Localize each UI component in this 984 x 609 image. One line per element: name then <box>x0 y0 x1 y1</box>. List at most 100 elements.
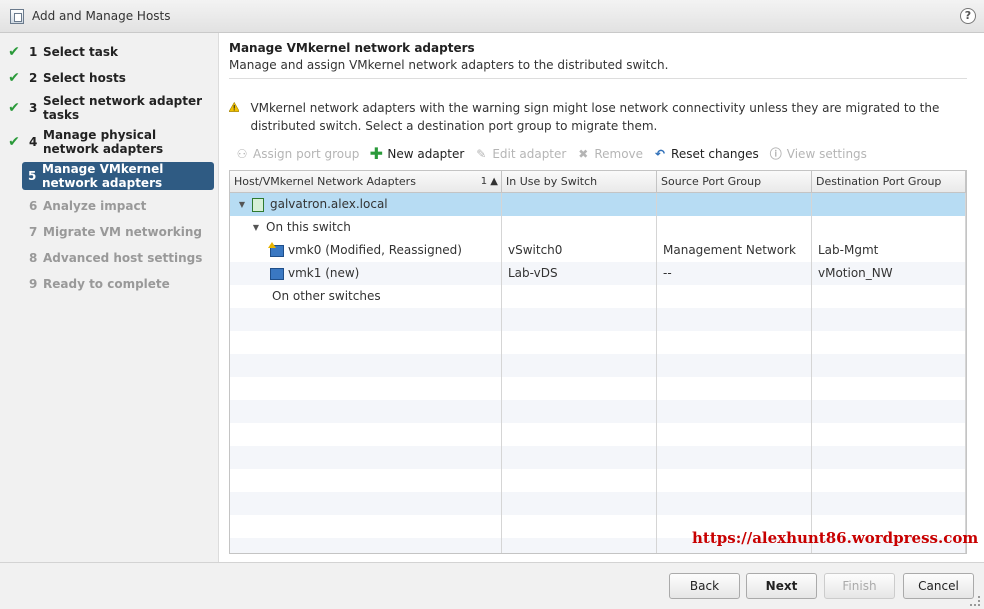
assign-port-group-icon: ⚇ <box>236 147 248 161</box>
host-row[interactable]: ▼ galvatron.alex.local <box>230 193 966 216</box>
group-row-other-switches[interactable]: On other switches <box>230 285 966 308</box>
resize-grip-icon[interactable] <box>970 596 980 606</box>
step-number: 7 <box>29 225 38 239</box>
column-header-adapters[interactable]: Host/VMkernel Network Adapters 1 ▲ <box>230 171 502 192</box>
step-label: Select hosts <box>43 71 126 85</box>
group-label: On other switches <box>272 289 381 303</box>
pencil-icon: ✎ <box>476 147 487 161</box>
wizard-app-icon <box>10 8 24 24</box>
step-advanced-host-settings: 8 Advanced host settings <box>6 249 214 267</box>
column-header-in-use-by-switch[interactable]: In Use by Switch <box>502 171 657 192</box>
cancel-button[interactable]: Cancel <box>903 573 974 599</box>
adapter-name: vmk0 (Modified, Reassigned) <box>288 243 462 257</box>
grid-header: Host/VMkernel Network Adapters 1 ▲ In Us… <box>230 171 966 193</box>
adapter-name: vmk1 (new) <box>288 266 360 280</box>
group-row-this-switch[interactable]: ▼ On this switch <box>230 216 966 239</box>
step-ready-to-complete: 9 Ready to complete <box>6 275 214 293</box>
step-select-hosts[interactable]: ✔ 2 Select hosts <box>6 69 214 87</box>
main-content: Manage VMkernel network adapters Manage … <box>220 33 984 562</box>
empty-row <box>230 400 966 423</box>
plus-icon: ✚ <box>369 144 384 163</box>
column-header-destination-port-group[interactable]: Destination Port Group <box>812 171 966 192</box>
destination-port-group-cell: vMotion_NW <box>812 262 966 285</box>
watermark-url: https://alexhunt86.wordpress.com <box>692 529 979 547</box>
step-number: 1 <box>29 45 38 59</box>
view-settings-button[interactable]: ⓘ View settings <box>769 147 867 161</box>
finish-button[interactable]: Finish <box>824 573 895 599</box>
vmkernel-adapter-warning-icon <box>268 241 284 257</box>
checkmark-icon: ✔ <box>8 70 20 86</box>
step-label: Analyze impact <box>43 199 147 213</box>
in-use-switch-cell: Lab-vDS <box>502 262 657 285</box>
host-name: galvatron.alex.local <box>270 197 388 211</box>
empty-row <box>230 377 966 400</box>
undo-icon: ↶ <box>655 147 666 161</box>
warning-icon <box>229 101 240 112</box>
host-icon <box>252 197 264 212</box>
empty-row <box>230 354 966 377</box>
checkmark-icon: ✔ <box>8 100 20 116</box>
step-number: 5 <box>28 169 37 183</box>
info-icon: ⓘ <box>769 147 782 161</box>
collapse-arrow-icon[interactable]: ▼ <box>250 216 262 239</box>
step-label: Select task <box>43 45 119 59</box>
remove-x-icon: ✖ <box>578 147 589 161</box>
empty-row <box>230 308 966 331</box>
step-number: 6 <box>29 199 38 213</box>
source-port-group-cell: Management Network <box>657 239 812 262</box>
empty-row <box>230 446 966 469</box>
column-header-source-port-group[interactable]: Source Port Group <box>657 171 812 192</box>
empty-row <box>230 492 966 515</box>
help-icon[interactable]: ? <box>960 8 976 24</box>
step-label: Ready to complete <box>43 277 170 291</box>
page-subtitle: Manage and assign VMkernel network adapt… <box>229 58 669 72</box>
step-number: 9 <box>29 277 38 291</box>
next-button[interactable]: Next <box>746 573 817 599</box>
in-use-switch-cell: vSwitch0 <box>502 239 657 262</box>
checkmark-icon: ✔ <box>8 44 20 60</box>
reset-changes-button[interactable]: ↶ Reset changes <box>653 147 759 161</box>
sort-ascending-icon: 1 ▲ <box>480 176 498 187</box>
step-select-task[interactable]: ✔ 1 Select task <box>6 43 214 61</box>
step-label: Advanced host settings <box>43 251 203 265</box>
empty-row <box>230 469 966 492</box>
vmkernel-adapters-grid: Host/VMkernel Network Adapters 1 ▲ In Us… <box>229 170 967 554</box>
step-label: Manage VMkernel network adapters <box>42 162 164 190</box>
step-manage-physical-adapters[interactable]: ✔ 4 Manage physical network adapters <box>6 127 214 157</box>
new-adapter-button[interactable]: ✚ New adapter <box>369 144 465 163</box>
window-title: Add and Manage Hosts <box>32 9 171 23</box>
empty-row <box>230 331 966 354</box>
window-titlebar: Add and Manage Hosts ? <box>0 0 984 33</box>
back-button[interactable]: Back <box>669 573 740 599</box>
divider <box>229 78 967 79</box>
checkmark-icon: ✔ <box>8 134 20 150</box>
step-number: 8 <box>29 251 38 265</box>
destination-port-group-cell: Lab-Mgmt <box>812 239 966 262</box>
step-number: 4 <box>29 135 38 149</box>
step-label: Migrate VM networking <box>43 225 203 239</box>
step-number: 2 <box>29 71 38 85</box>
warning-message: VMkernel network adapters with the warni… <box>229 99 969 135</box>
warning-text: VMkernel network adapters with the warni… <box>250 101 940 133</box>
vmkernel-adapter-icon <box>270 267 284 280</box>
step-label: Manage physical network adapters <box>43 128 164 156</box>
step-analyze-impact: 6 Analyze impact <box>6 197 214 215</box>
collapse-arrow-icon[interactable]: ▼ <box>236 193 248 216</box>
step-number: 3 <box>29 101 38 115</box>
group-label: On this switch <box>266 220 351 234</box>
table-row[interactable]: vmk0 (Modified, Reassigned) vSwitch0 Man… <box>230 239 966 262</box>
step-select-network-adapter-tasks[interactable]: ✔ 3 Select network adapter tasks <box>6 93 214 123</box>
page-title: Manage VMkernel network adapters <box>229 41 475 55</box>
source-port-group-cell: -- <box>657 262 812 285</box>
adapter-toolbar: ⚇ Assign port group ✚ New adapter ✎ Edit… <box>235 144 877 163</box>
edit-adapter-button[interactable]: ✎ Edit adapter <box>474 147 566 161</box>
wizard-footer: Back Next Finish Cancel <box>0 562 984 609</box>
step-label: Select network adapter tasks <box>43 94 203 122</box>
step-manage-vmkernel-adapters[interactable]: 5 Manage VMkernel network adapters <box>22 162 214 190</box>
assign-port-group-button[interactable]: ⚇ Assign port group <box>235 147 360 161</box>
table-row[interactable]: vmk1 (new) Lab-vDS -- vMotion_NW <box>230 262 966 285</box>
empty-row <box>230 423 966 446</box>
remove-button[interactable]: ✖ Remove <box>576 147 643 161</box>
step-migrate-vm-networking: 7 Migrate VM networking <box>6 223 214 241</box>
wizard-steps-sidebar: ✔ 1 Select task ✔ 2 Select hosts ✔ 3 Sel… <box>0 33 219 562</box>
